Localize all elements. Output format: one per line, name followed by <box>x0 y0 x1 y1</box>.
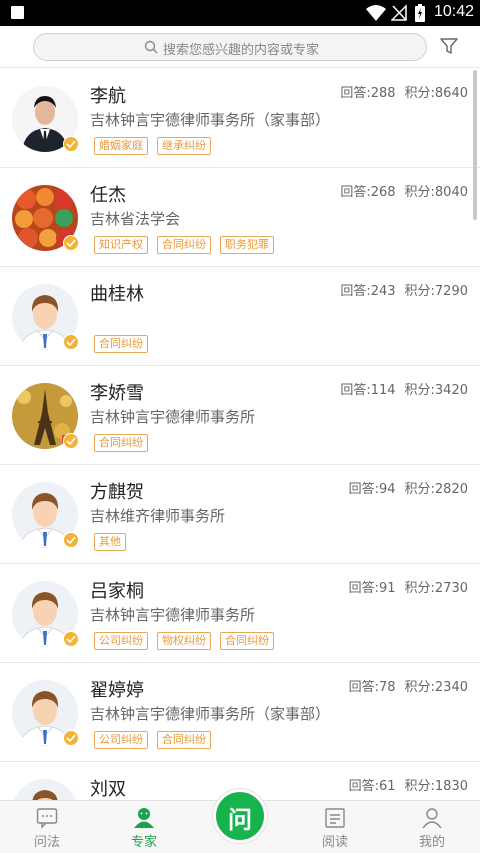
expertise-tag: 继承纠纷 <box>157 137 211 155</box>
expert-stats: 回答:61 积分:1830 <box>349 775 468 794</box>
expertise-tag: 公司纠纷 <box>94 731 148 749</box>
points: 积分:2730 <box>404 581 468 596</box>
expertise-tag: 合同纠纷 <box>157 731 211 749</box>
points: 积分:8640 <box>404 86 468 101</box>
points: 积分:7290 <box>404 284 468 299</box>
expertise-tag: 合同纠纷 <box>94 434 148 452</box>
tag-list: 知识产权 合同纠纷 职务犯罪 <box>94 236 274 254</box>
filter-icon[interactable] <box>440 38 458 55</box>
status-bar: 10:42 <box>0 0 480 26</box>
nav-label: 专家 <box>130 835 157 850</box>
nav-item-mine[interactable]: 我的 <box>397 801 467 853</box>
search-placeholder: 搜索您感兴趣的内容或专家 <box>163 43 320 58</box>
verified-badge-icon <box>63 235 79 251</box>
answer-count: 回答:78 <box>348 680 396 695</box>
nav-label: 阅读 <box>321 835 348 850</box>
scrollbar[interactable] <box>473 70 477 220</box>
expertise-tag: 职务犯罪 <box>220 236 274 254</box>
nav-item-wenfa[interactable]: 问法 <box>12 801 82 853</box>
ask-button[interactable]: 问 <box>213 789 267 843</box>
notification-icon <box>11 6 24 19</box>
verified-badge-icon <box>63 532 79 548</box>
expert-row[interactable]: 方麒贺 吉林维齐律师事务所 回答:94 积分:2820 其他 <box>0 465 480 564</box>
expert-stats: 回答:114 积分:3420 <box>340 379 468 398</box>
clock: 10:42 <box>434 3 475 20</box>
points: 积分:3420 <box>404 383 468 398</box>
tag-list: 合同纠纷 <box>94 434 148 452</box>
nav-item-read[interactable]: 阅读 <box>300 801 370 853</box>
tag-list: 合同纠纷 <box>94 335 148 353</box>
expert-row[interactable]: 翟婷婷 吉林钟言宇德律师事务所（家事部） 回答:78 积分:2340 公司纠纷 合同… <box>0 663 480 762</box>
verified-badge-icon <box>63 136 79 152</box>
expert-organization: 吉林钟言宇德律师事务所（家事部） <box>90 705 331 723</box>
expert-name: 李航 <box>90 86 126 107</box>
expert-stats: 回答:91 积分:2730 <box>349 577 468 596</box>
read-icon <box>325 808 345 828</box>
expertise-tag: 婚姻家庭 <box>94 137 148 155</box>
chat-icon <box>36 808 58 829</box>
expert-row[interactable]: 李航 吉林钟言宇德律师事务所（家事部） 回答:288 积分:8640 婚姻家庭 继承… <box>0 69 480 168</box>
expert-organization: 吉林钟言宇德律师事务所 <box>90 606 256 624</box>
expert-list: 李航 吉林钟言宇德律师事务所（家事部） 回答:288 积分:8640 婚姻家庭 继承… <box>0 69 480 853</box>
nav-item-expert[interactable]: 专家 <box>109 801 179 853</box>
expert-name: 刘双 <box>90 779 126 800</box>
expert-row[interactable]: 李娇雪 吉林钟言宇德律师事务所 回答:114 积分:3420 合同纠纷 <box>0 366 480 465</box>
points: 积分:1830 <box>404 779 468 794</box>
points: 积分:8040 <box>404 185 468 200</box>
expert-stats: 回答:243 积分:7290 <box>340 280 468 299</box>
answer-count: 回答:91 <box>348 581 396 596</box>
wifi-icon <box>366 5 386 21</box>
expert-organization: 吉林维齐律师事务所 <box>90 507 226 525</box>
battery-icon <box>415 4 425 22</box>
expert-row[interactable]: 吕家桐 吉林钟言宇德律师事务所 回答:91 积分:2730 公司纠纷 物权纠纷 合同纠… <box>0 564 480 663</box>
expert-organization: 吉林钟言宇德律师事务所 <box>90 408 256 426</box>
answer-count: 回答:288 <box>340 86 396 101</box>
expertise-tag: 合同纠纷 <box>157 236 211 254</box>
tag-list: 婚姻家庭 继承纠纷 <box>94 137 211 155</box>
expert-name: 翟婷婷 <box>90 680 144 701</box>
expert-icon <box>134 808 154 828</box>
expert-stats: 回答:94 积分:2820 <box>349 478 468 497</box>
expert-name: 方麒贺 <box>90 482 144 503</box>
expert-name: 任杰 <box>90 185 126 206</box>
answer-count: 回答:61 <box>348 779 396 794</box>
verified-badge-icon <box>63 334 79 350</box>
tag-list: 公司纠纷 合同纠纷 <box>94 731 211 749</box>
expert-row[interactable]: 任杰 吉林省法学会 回答:268 积分:8040 知识产权 合同纠纷 职务犯罪 <box>0 168 480 267</box>
answer-count: 回答:94 <box>348 482 396 497</box>
tag-list: 公司纠纷 物权纠纷 合同纠纷 <box>94 632 274 650</box>
profile-icon <box>422 808 442 829</box>
expert-name: 李娇雪 <box>90 383 144 404</box>
expert-organization: 吉林钟言宇德律师事务所（家事部） <box>90 111 331 129</box>
answer-count: 回答:268 <box>340 185 396 200</box>
expert-name: 吕家桐 <box>90 581 144 602</box>
expertise-tag: 公司纠纷 <box>94 632 148 650</box>
no-signal-icon <box>391 4 407 21</box>
nav-label: 我的 <box>418 835 445 850</box>
points: 积分:2820 <box>404 482 468 497</box>
search-input[interactable]: 搜索您感兴趣的内容或专家 <box>33 33 427 61</box>
expertise-tag: 其他 <box>94 533 126 551</box>
expertise-tag: 合同纠纷 <box>220 632 274 650</box>
ask-icon: 问 <box>228 806 252 834</box>
expert-stats: 回答:268 积分:8040 <box>340 181 468 200</box>
search-row: 搜索您感兴趣的内容或专家 <box>0 26 480 68</box>
answer-count: 回答:243 <box>340 284 396 299</box>
expert-row[interactable]: 曲桂林 回答:243 积分:7290 合同纠纷 <box>0 267 480 366</box>
expert-stats: 回答:288 积分:8640 <box>340 82 468 101</box>
verified-badge-icon <box>63 631 79 647</box>
tag-list: 其他 <box>94 533 126 551</box>
expertise-tag: 知识产权 <box>94 236 148 254</box>
verified-badge-icon <box>63 433 79 449</box>
expert-organization: 吉林省法学会 <box>90 210 181 228</box>
expertise-tag: 物权纠纷 <box>157 632 211 650</box>
nav-label: 问法 <box>33 835 60 850</box>
search-icon <box>144 40 158 54</box>
expertise-tag: 合同纠纷 <box>94 335 148 353</box>
answer-count: 回答:114 <box>340 383 396 398</box>
points: 积分:2340 <box>404 680 468 695</box>
expert-name: 曲桂林 <box>90 284 144 305</box>
verified-badge-icon <box>63 730 79 746</box>
expert-stats: 回答:78 积分:2340 <box>349 676 468 695</box>
